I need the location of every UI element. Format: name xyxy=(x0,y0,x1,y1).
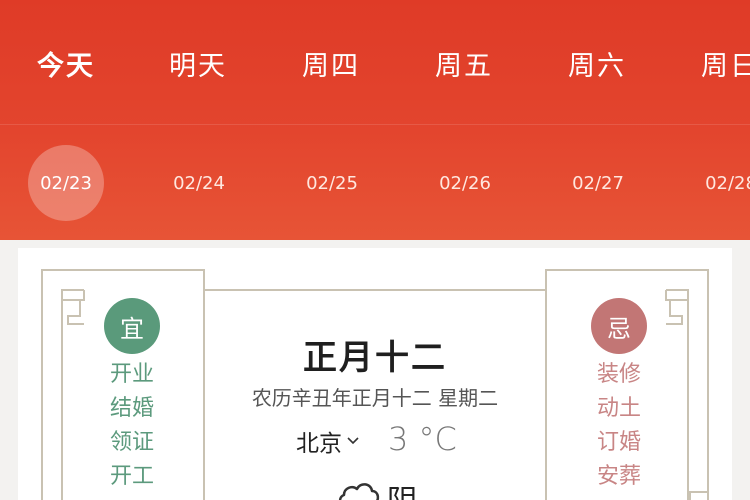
ji-item: 动土 xyxy=(596,396,641,421)
lunar-date-subtitle: 农历辛丑年正月十二 星期二 xyxy=(251,386,499,410)
ji-item: 安葬 xyxy=(596,464,641,489)
chevron-down-icon xyxy=(347,437,359,445)
yi-item: 领证 xyxy=(109,430,154,455)
temperature: 3 °C xyxy=(388,420,457,458)
yi-list: 开业 结婚 领证 开工 xyxy=(102,358,162,494)
ji-item: 装修 xyxy=(596,362,641,387)
yi-item: 结婚 xyxy=(109,396,154,421)
yi-badge: 宜 xyxy=(104,298,160,354)
yi-item: 开业 xyxy=(109,362,154,387)
cloud-icon xyxy=(338,483,380,500)
ji-badge: 忌 xyxy=(591,298,647,354)
city-selector[interactable]: 北京 xyxy=(296,424,360,458)
lunar-date-title: 正月十二 xyxy=(303,338,447,378)
yi-item: 开工 xyxy=(109,464,154,489)
ji-item: 订婚 xyxy=(596,430,641,455)
city-name: 北京 xyxy=(296,431,342,457)
ji-list: 装修 动土 订婚 安葬 xyxy=(589,358,649,494)
weather-condition: 阴 xyxy=(387,476,417,500)
